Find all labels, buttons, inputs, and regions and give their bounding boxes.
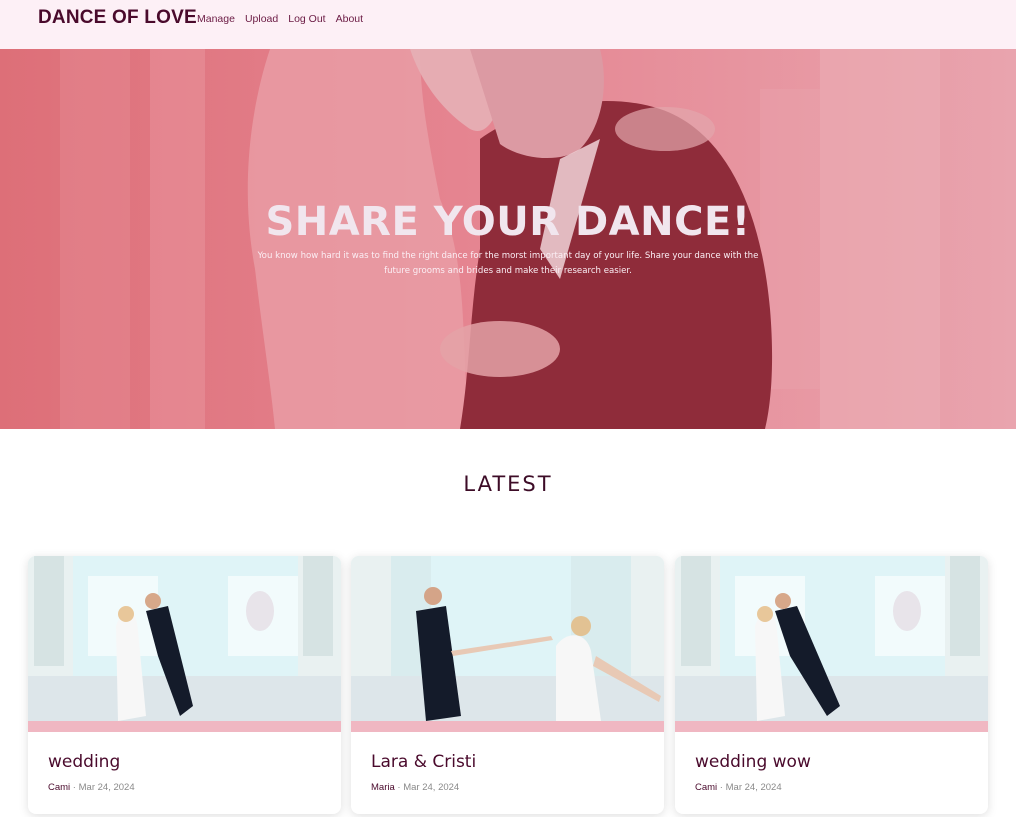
video-thumbnail[interactable]	[28, 556, 341, 732]
nav-link-logout[interactable]: Log Out	[288, 13, 325, 25]
video-thumbnail[interactable]	[351, 556, 664, 732]
video-card[interactable]: Lara & Cristi Maria · Mar 24, 2024	[351, 556, 664, 814]
section-title-latest: LATEST	[463, 472, 553, 496]
card-title[interactable]: Lara & Cristi	[371, 752, 476, 772]
card-author[interactable]: Cami	[48, 782, 70, 793]
card-title[interactable]: wedding wow	[695, 752, 811, 772]
video-card[interactable]: wedding wow Cami · Mar 24, 2024	[675, 556, 988, 814]
nav-link-manage[interactable]: Manage	[197, 13, 235, 25]
video-thumbnail[interactable]	[675, 556, 988, 732]
card-date: Mar 24, 2024	[78, 782, 135, 793]
card-meta: Cami · Mar 24, 2024	[695, 782, 782, 793]
video-card[interactable]: wedding Cami · Mar 24, 2024	[28, 556, 341, 814]
card-meta: Maria · Mar 24, 2024	[371, 782, 459, 793]
nav-link-about[interactable]: About	[336, 13, 363, 25]
top-nav: DANCE OF LOVE Manage Upload Log Out Abou…	[0, 0, 1016, 49]
hero-banner: SHARE YOUR DANCE! You know how hard it w…	[0, 49, 1016, 429]
card-title[interactable]: wedding	[48, 752, 120, 772]
card-author[interactable]: Cami	[695, 782, 717, 793]
meta-separator: ·	[394, 782, 404, 793]
card-date: Mar 24, 2024	[725, 782, 782, 793]
meta-separator: ·	[70, 782, 79, 793]
nav-links: Manage Upload Log Out About	[197, 13, 363, 25]
hero-title: SHARE YOUR DANCE!	[265, 199, 751, 245]
brand-logo[interactable]: DANCE OF LOVE	[38, 7, 197, 29]
card-author[interactable]: Maria	[371, 782, 395, 793]
card-meta: Cami · Mar 24, 2024	[48, 782, 135, 793]
nav-link-upload[interactable]: Upload	[245, 13, 278, 25]
card-date: Mar 24, 2024	[403, 782, 460, 793]
meta-separator: ·	[717, 782, 726, 793]
hero-subtitle: You know how hard it was to find the rig…	[257, 251, 759, 276]
